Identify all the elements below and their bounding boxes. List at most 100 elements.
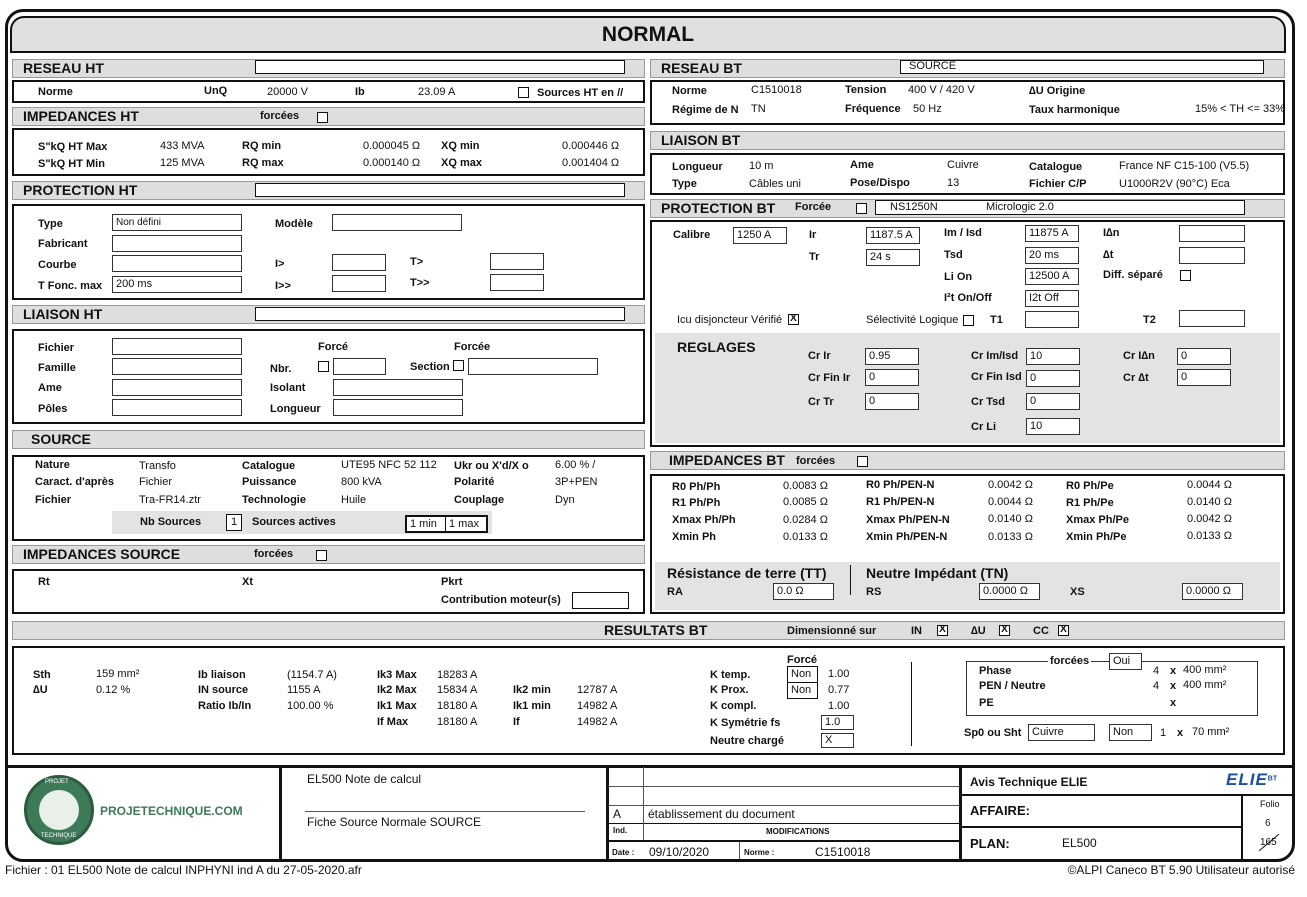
cr-tsd-field[interactable]: 0 <box>1026 393 1080 410</box>
dim-du-checkbox[interactable]: X <box>999 625 1010 636</box>
ktemp-label: K temp. <box>710 669 751 681</box>
nb-sources-field[interactable]: 1 <box>226 514 242 531</box>
rq-min-value: 0.000045 Ω <box>363 140 421 152</box>
cr-ir-label: Cr Ir <box>808 350 831 362</box>
courbe-field[interactable] <box>112 255 242 272</box>
ame-field[interactable] <box>112 379 242 396</box>
reseau-bt-source-field[interactable]: SOURCE <box>900 60 1264 74</box>
prot-ht-name-field[interactable] <box>255 183 625 197</box>
folio-number: 6 <box>1265 818 1271 829</box>
cr-tsd-label: Cr Tsd <box>971 396 1006 408</box>
i-gtgt-field[interactable] <box>332 275 386 292</box>
type-field[interactable]: Non défini <box>112 214 242 231</box>
tfonc-field[interactable]: 200 ms <box>112 276 242 293</box>
t1-field[interactable] <box>1025 311 1079 328</box>
page-title: NORMAL <box>10 16 1286 53</box>
modifications-label: MODIFICATIONS <box>766 827 830 836</box>
sources-max: 1 max <box>449 518 479 530</box>
selectivite-checkbox[interactable] <box>963 315 974 326</box>
contrib-field[interactable] <box>572 592 629 609</box>
fabricant-field[interactable] <box>112 235 242 252</box>
imp-bt-forcees-checkbox[interactable] <box>857 456 868 467</box>
dim-in-label: IN <box>911 625 922 637</box>
li-on-field[interactable]: 12500 A <box>1025 268 1079 285</box>
imp-ht-forcees-checkbox[interactable] <box>317 112 328 123</box>
isolant-field[interactable] <box>333 379 463 396</box>
dt-field[interactable] <box>1179 247 1245 264</box>
source-catalogue-label: Catalogue <box>242 460 296 472</box>
cart-norme-label: Norme : <box>744 848 775 857</box>
selectivite-label: Sélectivité Logique <box>866 314 959 326</box>
poles-field[interactable] <box>112 399 242 416</box>
t2-field[interactable] <box>1179 310 1245 327</box>
rs-field[interactable]: 0.0000 Ω <box>979 583 1040 600</box>
source-header: SOURCE <box>12 430 645 449</box>
i-gtgt-label: I>> <box>275 280 291 292</box>
sp0-force-field[interactable]: Non <box>1109 724 1152 741</box>
prot-bt-forcee-checkbox[interactable] <box>856 203 867 214</box>
section-forcee-checkbox[interactable] <box>453 360 464 371</box>
fichier-field[interactable] <box>112 338 242 355</box>
t-gtgt-field[interactable] <box>490 274 544 291</box>
cr-tr-field[interactable]: 0 <box>865 393 919 410</box>
tr-field[interactable]: 24 s <box>866 249 920 266</box>
cr-dt-field[interactable]: 0 <box>1177 369 1231 386</box>
bt-catalogue-label: Catalogue <box>1029 161 1083 173</box>
sources-ht-checkbox[interactable] <box>518 87 529 98</box>
fabricant-label: Fabricant <box>38 238 88 250</box>
cr-fin-ir-field[interactable]: 0 <box>865 369 919 386</box>
xs-field[interactable]: 0.0000 Ω <box>1182 583 1243 600</box>
bt-ame-value: Cuivre <box>947 159 979 171</box>
ir-field[interactable]: 1187.5 A <box>866 227 920 244</box>
im-isd-field[interactable]: 11875 A <box>1025 225 1079 242</box>
cr-li-field[interactable]: 10 <box>1026 418 1080 435</box>
rs-label: RS <box>866 586 882 598</box>
sources-actives-field[interactable]: 1 min 1 max <box>405 515 488 533</box>
cr-idn-field[interactable]: 0 <box>1177 348 1231 365</box>
footer-copyright: ©ALPI Caneco BT 5.90 Utilisateur autoris… <box>1067 863 1295 877</box>
i2t-field[interactable]: I2t Off <box>1025 290 1079 307</box>
cr-fin-isd-field[interactable]: 0 <box>1026 370 1080 387</box>
ib-liaison-value: (1154.7 A) <box>287 669 337 681</box>
nbr-force-checkbox[interactable] <box>318 361 329 372</box>
tfonc-label: T Fonc. max <box>38 280 103 292</box>
section-field[interactable] <box>468 358 598 375</box>
ktemp-value: 1.00 <box>828 668 850 680</box>
bt-type-value: Câbles uni <box>749 178 801 190</box>
ktemp-force-field[interactable]: Non <box>787 666 818 683</box>
r0-phpen-label: R0 Ph/PEN-N <box>866 479 935 491</box>
kprox-force-field[interactable]: Non <box>787 682 818 699</box>
ksym-field[interactable]: 1.0 <box>821 715 854 730</box>
neutre-charge-label: Neutre chargé <box>710 735 784 747</box>
ib-liaison-label: Ib liaison <box>198 669 246 681</box>
imp-source-forcees-checkbox[interactable] <box>316 550 327 561</box>
modele-field[interactable] <box>332 214 462 231</box>
imp-source-box <box>12 569 645 614</box>
cr-im-field[interactable]: 10 <box>1026 348 1080 365</box>
nbr-field[interactable] <box>333 358 386 375</box>
sp0-material-field[interactable]: Cuivre <box>1028 724 1095 741</box>
pose-value: 13 <box>947 177 960 189</box>
cr-ir-field[interactable]: 0.95 <box>865 348 919 365</box>
bt-longueur-label: Longueur <box>672 161 723 173</box>
sections-forcees-field[interactable]: Oui <box>1109 653 1142 670</box>
liaison-ht-name-field[interactable] <box>255 307 625 321</box>
icu-checkbox[interactable]: X <box>788 314 799 325</box>
longueur-ht-field[interactable] <box>333 399 463 416</box>
reseau-ht-name-field[interactable] <box>255 60 625 74</box>
t-gt-field[interactable] <box>490 253 544 270</box>
imp-source-forcees-label: forcées <box>254 548 294 560</box>
tsd-field[interactable]: 20 ms <box>1025 247 1079 264</box>
calibre-field[interactable]: 1250 A <box>733 227 787 244</box>
neutre-charge-field[interactable]: X <box>821 733 854 748</box>
r1-phph-value: 0.0085 Ω <box>783 496 828 508</box>
dim-cc-checkbox[interactable]: X <box>1058 625 1069 636</box>
dim-in-checkbox[interactable]: X <box>937 625 948 636</box>
prot-bt-disj-field[interactable]: NS1250N Micrologic 2.0 <box>875 200 1245 215</box>
famille-field[interactable] <box>112 358 242 375</box>
liaison-bt-header: LIAISON BT <box>650 131 1285 150</box>
diff-separe-checkbox[interactable] <box>1180 270 1191 281</box>
idn-field[interactable] <box>1179 225 1245 242</box>
ra-field[interactable]: 0.0 Ω <box>773 583 834 600</box>
i-gt-field[interactable] <box>332 254 386 271</box>
